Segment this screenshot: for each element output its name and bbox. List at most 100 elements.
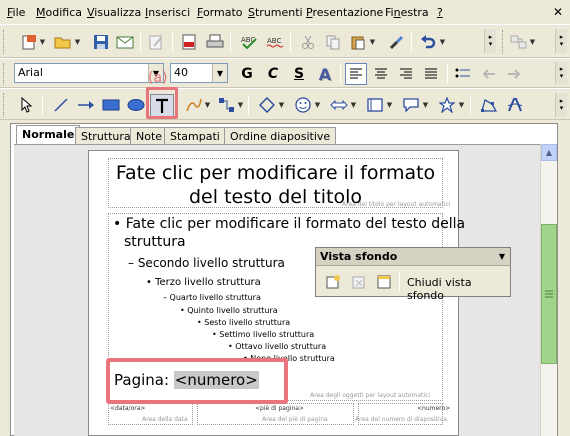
promote-icon[interactable]	[478, 63, 500, 85]
symbol-shapes-icon[interactable]	[292, 94, 314, 116]
stars-icon[interactable]	[436, 94, 458, 116]
align-right-icon[interactable]	[395, 63, 417, 85]
shadow-button[interactable]: A	[314, 63, 336, 85]
toolbar-handle[interactable]	[3, 93, 6, 117]
flowchart-dropdown-icon[interactable]: ▼	[385, 94, 394, 116]
slide-number-area-label: Area del numero di diapositiva	[355, 416, 447, 423]
toolbar-handle[interactable]	[502, 30, 505, 54]
toolbar-more-icon[interactable]: ▸ ▾	[555, 93, 567, 117]
underline-button[interactable]: S	[288, 63, 310, 85]
menu-finestra[interactable]: Finestra	[385, 6, 429, 19]
menu-modifica[interactable]: Modifica	[36, 6, 82, 19]
rectangle-icon[interactable]	[100, 94, 122, 116]
toolbar-more-icon[interactable]: ▸ ▾	[484, 29, 496, 53]
close-master-view-button[interactable]: Chiudi vista sfondo	[407, 276, 510, 302]
symbol-shapes-dropdown-icon[interactable]: ▼	[313, 94, 322, 116]
toolbar-separator	[470, 95, 471, 115]
annotation-label: (a)	[148, 70, 168, 86]
curve-dropdown-icon[interactable]: ▼	[203, 94, 212, 116]
demote-icon[interactable]	[503, 63, 525, 85]
ellipse-icon[interactable]	[125, 94, 147, 116]
select-pointer-icon[interactable]	[16, 94, 38, 116]
toolbar-separator	[230, 32, 231, 52]
outline-level-1: • Fate clic per modificare il formato de…	[113, 216, 466, 232]
spellcheck-icon[interactable]: ABC	[238, 31, 260, 53]
tab-normale[interactable]: Normale	[16, 125, 81, 145]
new-master-icon[interactable]	[322, 271, 344, 293]
paste-dropdown-icon[interactable]: ▼	[368, 31, 377, 53]
toolbar-handle[interactable]	[3, 63, 6, 85]
vertical-scrollbar[interactable]: ▲	[540, 144, 557, 436]
rename-master-icon[interactable]	[373, 271, 395, 293]
cut-icon[interactable]	[297, 31, 319, 53]
scroll-up-icon[interactable]: ▲	[541, 144, 557, 161]
toolbar-more-icon[interactable]: ▸ ▾	[555, 62, 567, 84]
chevron-down-icon[interactable]: ▼	[499, 252, 505, 261]
print-icon[interactable]	[204, 31, 226, 53]
connector-dropdown-icon[interactable]: ▼	[236, 94, 245, 116]
tab-stampati[interactable]: Stampati	[164, 127, 226, 145]
curve-icon[interactable]	[183, 94, 205, 116]
callouts-dropdown-icon[interactable]: ▼	[421, 94, 430, 116]
fontwork-gallery-icon[interactable]	[504, 94, 526, 116]
new-dropdown-icon[interactable]: ▼	[38, 31, 47, 53]
tab-ordine-diapositive[interactable]: Ordine diapositive	[224, 127, 337, 145]
toolbar-more-icon[interactable]: ▸ ▾	[555, 29, 567, 53]
export-pdf-icon[interactable]	[178, 31, 200, 53]
connector-icon[interactable]	[216, 94, 238, 116]
undo-icon[interactable]	[417, 31, 439, 53]
menu-bar: File Modifica Visualizza Inserisci Forma…	[0, 0, 570, 24]
open-folder-icon[interactable]	[52, 31, 74, 53]
justify-icon[interactable]	[420, 63, 442, 85]
basic-shapes-dropdown-icon[interactable]: ▼	[277, 94, 286, 116]
delete-master-icon[interactable]	[348, 271, 370, 293]
master-view-title[interactable]: Vista sfondo ▼	[316, 248, 510, 266]
arrow-line-icon[interactable]	[75, 94, 97, 116]
bold-button[interactable]: G	[236, 63, 258, 85]
flowchart-icon[interactable]	[364, 94, 386, 116]
basic-shapes-icon[interactable]	[256, 94, 278, 116]
save-icon[interactable]	[90, 31, 112, 53]
email-icon[interactable]	[114, 31, 136, 53]
callouts-icon[interactable]	[400, 94, 422, 116]
chevron-down-icon[interactable]: ▼	[212, 64, 227, 82]
font-name-combo[interactable]: Arial ▼	[14, 63, 164, 83]
stars-dropdown-icon[interactable]: ▼	[457, 94, 466, 116]
edit-points-icon[interactable]	[478, 94, 500, 116]
menu-strumenti[interactable]: Strumenti	[248, 6, 303, 19]
new-document-icon[interactable]	[18, 31, 40, 53]
block-arrows-dropdown-icon[interactable]: ▼	[349, 94, 358, 116]
menu-visualizza[interactable]: Visualizza	[87, 6, 141, 19]
number-field: <numero>	[417, 405, 451, 412]
block-arrows-icon[interactable]	[328, 94, 350, 116]
page-number-text[interactable]: Pagina: <numero>	[114, 371, 259, 389]
outline-level-1-cont: struttura	[124, 234, 186, 250]
menu-inserisci[interactable]: Inserisci	[145, 6, 190, 19]
menu-help[interactable]: ?	[437, 6, 443, 19]
menu-formato[interactable]: Formato	[197, 6, 243, 19]
align-center-icon[interactable]	[370, 63, 392, 85]
menu-file[interactable]: File	[7, 6, 25, 19]
font-size-combo[interactable]: 40 ▼	[170, 63, 228, 83]
close-document-icon[interactable]: ✕	[552, 6, 564, 18]
italic-button[interactable]: C	[262, 63, 284, 85]
navigator-dropdown-icon[interactable]: ▼	[528, 31, 537, 53]
tab-note[interactable]: Note	[130, 127, 169, 145]
navigator-icon[interactable]	[508, 31, 530, 53]
autospellcheck-icon[interactable]: ABC	[264, 31, 286, 53]
edit-file-icon[interactable]	[145, 31, 167, 53]
copy-icon[interactable]	[322, 31, 344, 53]
undo-dropdown-icon[interactable]: ▼	[438, 31, 447, 53]
format-paintbrush-icon[interactable]	[385, 31, 407, 53]
menu-presentazione[interactable]: Presentazione	[306, 6, 383, 19]
toolbar-handle[interactable]	[3, 30, 6, 54]
toolbar-separator	[411, 32, 412, 52]
page-number-field[interactable]: <numero>	[173, 371, 259, 389]
line-icon[interactable]	[50, 94, 72, 116]
paste-icon[interactable]	[347, 31, 369, 53]
open-dropdown-icon[interactable]: ▼	[73, 31, 82, 53]
align-left-icon[interactable]	[345, 63, 367, 85]
bullet-list-icon[interactable]	[452, 63, 474, 85]
scroll-thumb[interactable]	[541, 224, 557, 364]
tab-struttura[interactable]: Struttura	[75, 127, 137, 145]
